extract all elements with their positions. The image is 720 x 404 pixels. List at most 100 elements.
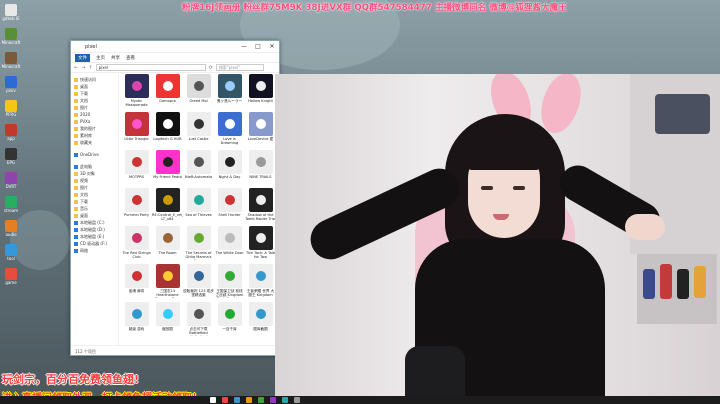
file-item[interactable]: MOTPRS [121,150,152,188]
ribbon-tab-home[interactable]: 主页 [96,55,105,61]
nav-item[interactable]: 此电脑 [71,163,118,170]
taskbar-app-orange-icon[interactable] [246,397,252,403]
file-item[interactable]: Logitech G HUB [152,112,183,150]
nav-item[interactable]: CD 驱动器 (F:) [71,240,118,247]
file-item[interactable]: Little Triangle [121,112,152,150]
file-item[interactable]: Mystic Masquerade [121,74,152,112]
file-item[interactable]: 缩放图 [152,302,183,340]
file-item[interactable]: 三国志13 Hearthstone Stranger Case Files [152,264,183,302]
nav-item[interactable]: 下载 [71,198,118,205]
file-item[interactable]: 图库截图 [245,302,276,340]
nav-item[interactable]: 文档 [71,97,118,104]
taskbar-start-icon[interactable] [210,397,216,403]
forward-arrow-icon[interactable]: → [81,65,85,71]
ribbon-tab-view[interactable]: 查看 [126,55,135,61]
file-explorer-window[interactable]: pixel — □ ✕ 文件 主页 共享 查看 ← → ↑ pixel ⟳ 搜索… [70,40,280,356]
file-item[interactable]: 雀魂 麻将 [121,264,152,302]
nav-item[interactable]: 文档 [71,191,118,198]
taskbar-app-blue-icon[interactable] [234,397,240,403]
taskbar-app-red-icon[interactable] [222,397,228,403]
file-item[interactable]: The Secrets of Ghita Marma's Curse [183,226,214,264]
file-item[interactable]: 王国保卫战 前线 之丝绒 Kingdom Rush Frontiers [214,264,245,302]
figurine [643,269,655,299]
nav-item[interactable]: 3D 对象 [71,170,118,177]
file-item[interactable]: The Room [152,226,183,264]
nav-item[interactable]: 图片 [71,104,118,111]
file-item[interactable]: RE:Central_E_ret_COLR_DEFAU LT_x64 [152,188,183,226]
nav-item[interactable]: 桌面 [71,212,118,219]
file-item[interactable]: 点击可下载 Battlefield Unlimited [183,302,214,340]
nav-item[interactable]: 本地磁盘 (D:) [71,226,118,233]
file-item[interactable]: Gomopra [152,74,183,112]
file-thumbnail-icon [155,302,180,326]
file-name: My Friend Pedro [153,175,182,179]
file-item[interactable]: Night & Day [214,150,245,188]
desktop-shortcut[interactable]: app [0,124,22,141]
search-input[interactable]: 搜索"pixel" [215,64,264,71]
desktop-shortcut[interactable]: tool [0,244,22,261]
desktop-shortcut[interactable]: gdkeb IE [0,4,22,21]
minimize-button[interactable]: — [237,41,251,53]
maximize-button[interactable]: □ [251,41,265,53]
nav-item[interactable]: 素材库 [71,132,118,139]
nav-item[interactable]: 桌面 [71,83,118,90]
file-item[interactable]: Greed Mol [183,74,214,112]
up-arrow-icon[interactable]: ↑ [88,65,92,71]
file-item[interactable]: Pummel Party [121,188,152,226]
file-item[interactable]: Shell Hunter [214,188,245,226]
nav-item[interactable]: 收藏夹 [71,139,118,146]
file-item[interactable]: My Friend Pedro [152,150,183,188]
nav-item[interactable]: OneDrive [71,151,118,158]
file-item[interactable]: Hollow Knight [245,74,276,112]
address-input[interactable]: pixel [95,64,206,71]
nav-item[interactable]: 快速访问 [71,76,118,83]
figurine [660,264,672,299]
ribbon-tab-file[interactable]: 文件 [75,53,90,62]
file-item[interactable]: NINE TRAILS [245,150,276,188]
desktop-shortcut[interactable]: game [0,268,22,285]
refresh-icon[interactable]: ⟳ [209,65,213,71]
desktop-shortcut[interactable]: DVRT [0,172,22,189]
file-item[interactable]: 逆転裁判 123 成步堂精选集 [183,264,214,302]
desktop-shortcut[interactable]: Minecraft [0,52,22,69]
file-item[interactable]: Lust Castle [183,112,214,150]
file-item[interactable]: 一百千库 [214,302,245,340]
ribbon-tab-share[interactable]: 共享 [111,55,120,61]
nav-item[interactable]: PVXa [71,118,118,125]
taskbar-app-green-icon[interactable] [258,397,264,403]
file-item[interactable]: Tick Tock: A Tale for Two [245,226,276,264]
back-arrow-icon[interactable]: ← [74,65,78,71]
desktop-shortcut[interactable]: Minecraft [0,28,22,45]
taskbar-app-purple-icon[interactable] [270,397,276,403]
taskbar-app-gray-icon[interactable] [294,397,300,403]
taskbar-app-teal-icon[interactable] [282,397,288,403]
desktop-shortcut[interactable]: stream [0,196,22,213]
nav-item[interactable]: 下载 [71,90,118,97]
desktop-shortcut[interactable]: pixiv [0,76,22,93]
desktop-shortcut[interactable]: audio [0,220,22,237]
file-item[interactable]: 王者荣耀 世界 大魔王 Kingdom [245,264,276,302]
file-item[interactable]: Sea of Thieves [183,188,214,226]
file-item[interactable]: Shadow of the Tomb Raider Trial [245,188,276,226]
file-item[interactable]: The White Door [214,226,245,264]
explorer-titlebar[interactable]: pixel — □ ✕ [71,41,279,53]
file-item[interactable]: Love Is Dreaming [214,112,245,150]
close-button[interactable]: ✕ [265,41,279,53]
thumbnail-mark [193,157,204,167]
file-item[interactable]: NieR:Automata [183,150,214,188]
nav-item[interactable]: 图片 [71,184,118,191]
desktop-shortcut[interactable]: EPG [0,148,22,165]
nav-item[interactable]: 网络 [71,247,118,254]
nav-item[interactable]: 2020 [71,111,118,118]
desktop-shortcut[interactable]: PFRG [0,100,22,117]
file-item[interactable]: The Red Strings Club [121,226,152,264]
file-item[interactable]: 鬼ヶ島ルーラー [214,74,245,112]
nav-item[interactable]: 本地磁盘 (C:) [71,219,118,226]
nav-item[interactable]: 音乐 [71,205,118,212]
nav-item[interactable]: 视频 [71,177,118,184]
file-item[interactable]: LoveDevice 愛 [245,112,276,150]
desktop-shortcut-label: app [7,136,15,141]
nav-item[interactable]: 本地磁盘 (E:) [71,233,118,240]
file-item[interactable]: 超级 游戏 [121,302,152,340]
nav-item[interactable]: 我的图片 [71,125,118,132]
